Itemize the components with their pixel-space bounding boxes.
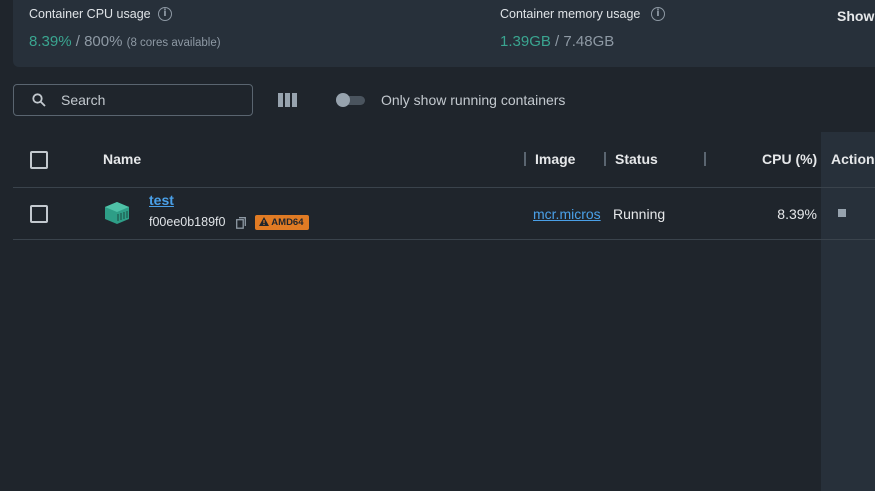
warning-icon — [259, 217, 269, 226]
memory-usage-value: 1.39GB / 7.48GB — [500, 33, 614, 50]
search-icon — [32, 93, 46, 107]
cpu-usage-label: Container CPU usage — [29, 7, 151, 21]
container-icon — [105, 202, 129, 224]
row-divider — [13, 239, 875, 240]
header-actions: Actions — [831, 151, 875, 167]
memory-usage-current: 1.39GB — [500, 33, 551, 50]
stats-panel: Container CPU usage i 8.39% / 800% (8 co… — [13, 0, 875, 67]
info-icon[interactable]: i — [158, 7, 172, 21]
header-name[interactable]: Name — [103, 151, 141, 167]
toggle-label: Only show running containers — [381, 92, 566, 108]
cpu-usage-separator: / — [75, 33, 80, 50]
cpu-usage-current: 8.39% — [29, 33, 72, 50]
header-cpu[interactable]: CPU (%) — [762, 151, 817, 167]
copy-icon[interactable] — [236, 217, 246, 229]
header-status[interactable]: Status — [615, 151, 658, 167]
info-icon[interactable]: i — [651, 7, 665, 21]
columns-icon[interactable] — [278, 93, 297, 107]
running-only-toggle[interactable] — [336, 93, 365, 107]
row-checkbox[interactable] — [30, 205, 48, 223]
toggle-knob — [336, 93, 350, 107]
column-separator[interactable] — [704, 152, 706, 166]
column-separator[interactable] — [524, 152, 526, 166]
architecture-badge: AMD64 — [255, 215, 309, 230]
container-name-link[interactable]: test — [149, 192, 174, 208]
search-placeholder: Search — [61, 92, 106, 108]
column-separator[interactable] — [604, 152, 606, 166]
architecture-badge-label: AMD64 — [271, 217, 304, 228]
cores-note: (8 cores available) — [126, 37, 221, 49]
cpu-usage-total: 800% — [84, 33, 123, 50]
image-link[interactable]: mcr.micros — [533, 206, 605, 222]
memory-usage-total: 7.48GB — [563, 33, 615, 50]
memory-usage-separator: / — [555, 33, 560, 50]
stop-icon[interactable] — [838, 209, 846, 217]
container-id: f00ee0b189f0 — [149, 215, 226, 229]
status-text: Running — [613, 206, 666, 222]
cpu-usage-value: 8.39% / 800% (8 cores available) — [29, 33, 221, 50]
search-input[interactable]: Search — [13, 84, 253, 116]
memory-usage-label: Container memory usage — [500, 7, 641, 21]
header-image[interactable]: Image — [535, 151, 575, 167]
actions-column — [821, 132, 875, 491]
cpu-percent: 8.39% — [777, 206, 817, 222]
select-all-checkbox[interactable] — [30, 151, 48, 169]
show-charts-button[interactable]: Show — [837, 8, 874, 24]
header-divider — [13, 187, 875, 188]
